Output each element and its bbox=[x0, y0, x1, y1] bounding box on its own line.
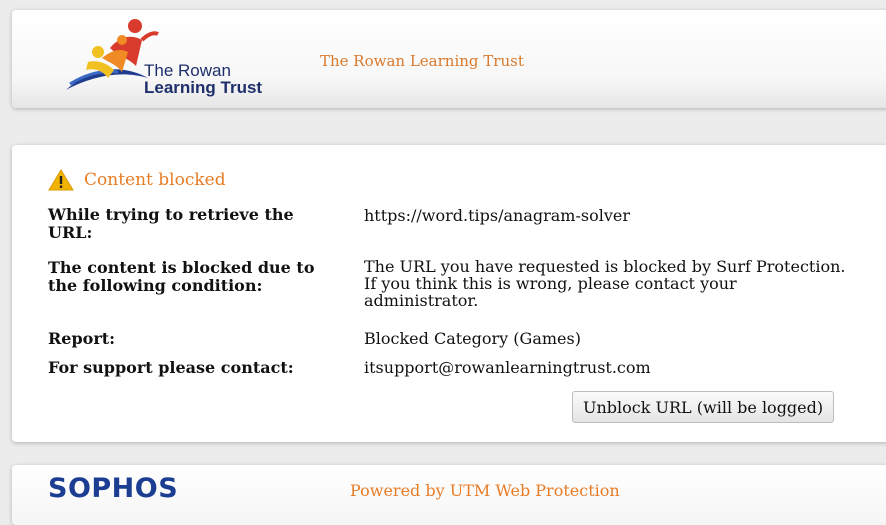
logo-text: The Rowan Learning Trust bbox=[144, 62, 262, 96]
warning-icon bbox=[48, 169, 74, 191]
condition-value: The URL you have requested is blocked by… bbox=[364, 257, 846, 310]
unblock-url-button[interactable]: Unblock URL (will be logged) bbox=[572, 391, 835, 423]
logo-line-2: Learning Trust bbox=[144, 78, 263, 97]
blocked-heading: Content blocked bbox=[48, 169, 226, 191]
support-email-value: itsupport@rowanlearningtrust.com bbox=[364, 358, 651, 377]
condition-label: The content is blocked due to the follow… bbox=[48, 258, 315, 295]
retrieve-url-value: https://word.tips/anagram-solver bbox=[364, 206, 630, 225]
blocked-content-panel: Content blocked While trying to retrieve… bbox=[12, 145, 886, 442]
rowan-logo: The Rowan Learning Trust bbox=[62, 18, 267, 104]
retrieve-url-label: While trying to retrieve the URL: bbox=[48, 205, 294, 242]
blocked-title-text: Content blocked bbox=[84, 170, 226, 190]
organization-name: The Rowan Learning Trust bbox=[320, 52, 524, 70]
header-bar: The Rowan Learning Trust The Rowan Learn… bbox=[12, 10, 886, 108]
sophos-logo: SOPHOS bbox=[48, 473, 179, 504]
support-label: For support please contact: bbox=[48, 358, 294, 377]
logo-line-1: The Rowan bbox=[144, 61, 231, 80]
footer-bar: SOPHOS Powered by UTM Web Protection bbox=[12, 465, 886, 525]
report-value: Blocked Category (Games) bbox=[364, 329, 581, 348]
powered-by-text: Powered by UTM Web Protection bbox=[350, 481, 620, 500]
report-label: Report: bbox=[48, 329, 116, 348]
